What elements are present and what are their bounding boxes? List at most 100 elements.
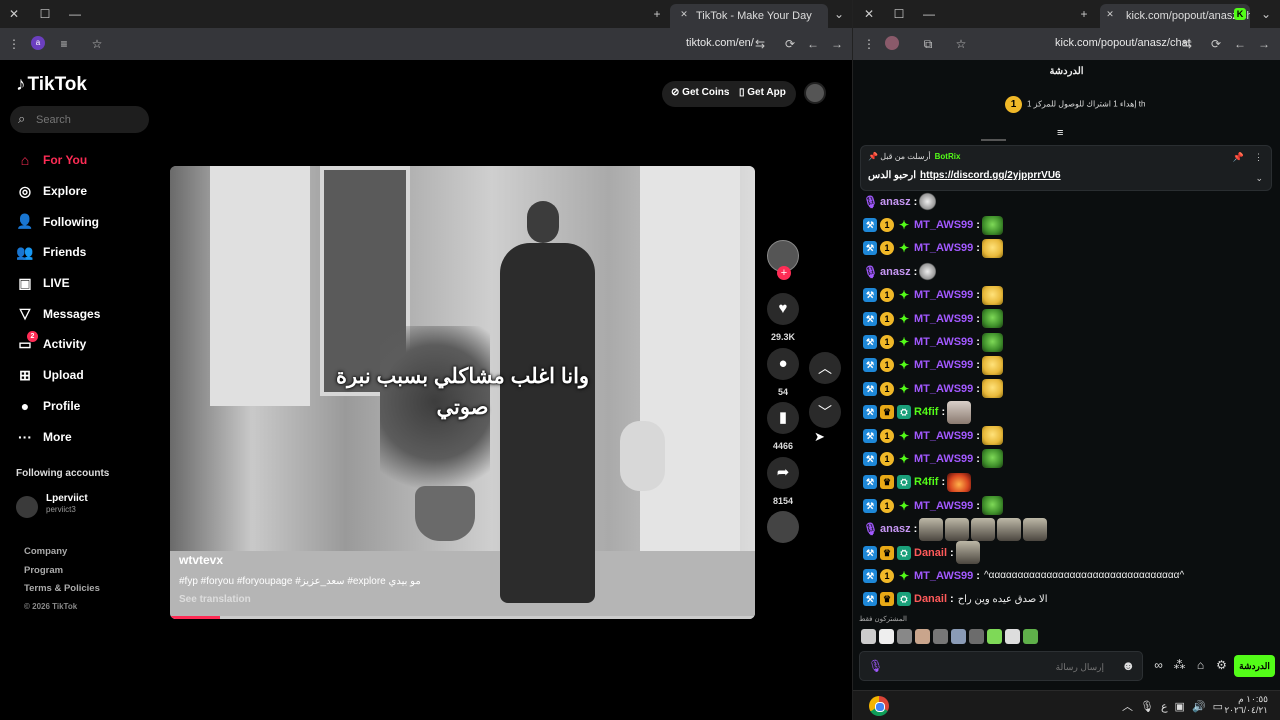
bookmark-star-icon[interactable]: ☆ xyxy=(89,37,105,51)
tab-close-icon[interactable]: ✕ xyxy=(1102,6,1118,22)
tiktok-logo[interactable]: ♪ TikTok xyxy=(16,74,87,96)
sidebar-item-messages[interactable]: ▽ Messages xyxy=(16,298,101,329)
chat-message[interactable]: ⚒ 1 ✦ MT_AWS99: xyxy=(863,447,1273,470)
back-icon[interactable]: ← xyxy=(1232,37,1248,51)
filter-icon[interactable]: ≡ xyxy=(1057,127,1063,139)
chat-message[interactable]: ⚒ 1 ✦ MT_AWS99: xyxy=(863,237,1273,260)
heart-icon[interactable]: ♥ xyxy=(767,293,799,325)
chat-username[interactable]: MT_AWS99 xyxy=(914,570,973,582)
quick-emote[interactable] xyxy=(933,629,948,644)
reload-icon[interactable]: ⟳ xyxy=(782,37,798,51)
minimize-window-icon[interactable]: — xyxy=(67,6,83,22)
reload-icon[interactable]: ⟳ xyxy=(1208,37,1224,51)
pinned-message[interactable]: 📌 أرسلت من قبل BotRix ارحبو الدس https://d… xyxy=(860,145,1272,191)
chat-input-box[interactable]: 🎙 ☻ xyxy=(859,651,1143,681)
maximize-window-icon[interactable]: ☐ xyxy=(891,6,907,22)
chat-message[interactable]: ⚒ 1 ✦ MT_AWS99: xyxy=(863,354,1273,377)
chat-message[interactable]: 🎙 anasz: xyxy=(863,190,1273,213)
tab-kick-chat[interactable]: kick.com/popout/anasz/chat xyxy=(1100,4,1250,28)
chat-message[interactable]: ⚒ 1 ✦ MT_AWS99: xyxy=(863,424,1273,447)
sidebar-item-more[interactable]: ··· More xyxy=(16,421,100,452)
chat-username[interactable]: MT_AWS99 xyxy=(914,359,973,371)
next-video-button[interactable]: ﹀ xyxy=(809,396,841,428)
gift-icon[interactable]: ⁂ xyxy=(1169,658,1190,672)
microphone-icon[interactable]: 🎙 xyxy=(1140,700,1154,713)
site-settings-icon[interactable]: ⇆ xyxy=(1179,37,1195,51)
infinity-icon[interactable]: ∞ xyxy=(1148,658,1169,672)
follow-plus-icon[interactable]: + xyxy=(777,266,791,280)
chevron-down-icon[interactable]: ⌄ xyxy=(1255,173,1263,184)
chat-username[interactable]: R4fif xyxy=(914,406,938,418)
comment-action[interactable]: ● 54 xyxy=(767,348,799,397)
search-input[interactable] xyxy=(36,111,141,128)
chat-username[interactable]: MT_AWS99 xyxy=(914,430,973,442)
maximize-window-icon[interactable]: ☐ xyxy=(37,6,53,22)
bookmark-star-icon[interactable]: ☆ xyxy=(953,37,969,51)
quick-emote[interactable] xyxy=(1023,629,1038,644)
footer-terms-link[interactable]: Terms & Policies xyxy=(24,583,100,602)
emoji-icon[interactable]: ☻ xyxy=(1121,658,1135,673)
tab-tiktok[interactable]: TikTok - Make Your Day xyxy=(670,4,828,28)
chat-message[interactable]: ⚒ 1 ✦ MT_AWS99: ^ααααααααααααααααααααααααααα… xyxy=(863,564,1273,587)
save-action[interactable]: ▮ 4466 xyxy=(767,402,799,451)
chevron-up-icon[interactable]: ︿ xyxy=(1122,698,1133,714)
chat-username[interactable]: MT_AWS99 xyxy=(914,453,973,465)
store-icon[interactable]: ⌂ xyxy=(1190,658,1211,672)
forward-icon[interactable]: → xyxy=(829,37,845,51)
pin-icon[interactable]: 📌 xyxy=(1233,152,1244,163)
chat-username[interactable]: MT_AWS99 xyxy=(914,289,973,301)
quick-emote[interactable] xyxy=(969,629,984,644)
tab-close-icon[interactable]: ✕ xyxy=(676,6,692,22)
battery-icon[interactable]: ▭ xyxy=(1213,700,1223,713)
sub-goal[interactable]: 1 إهداء 1 اشتراك للوصول للمركز 1 th xyxy=(1005,96,1145,113)
profile-avatar-icon[interactable] xyxy=(885,36,899,50)
chrome-icon[interactable] xyxy=(869,696,889,716)
comment-icon[interactable]: ● xyxy=(767,348,799,380)
new-tab-button[interactable]: + xyxy=(649,6,665,22)
chat-username[interactable]: MT_AWS99 xyxy=(914,313,973,325)
get-coins-button[interactable]: ⊘ Get Coins xyxy=(671,87,729,98)
get-app-button[interactable]: ▯ Get App xyxy=(739,87,786,98)
chat-username[interactable]: MT_AWS99 xyxy=(914,336,973,348)
chat-message[interactable]: ⚒ 1 ✦ MT_AWS99: xyxy=(863,494,1273,517)
chat-message[interactable]: ⚒ ♛ ⛭ Danail: الا صدق عيده وين راح xyxy=(863,588,1273,611)
chat-username[interactable]: MT_AWS99 xyxy=(914,383,973,395)
quick-emote[interactable] xyxy=(1005,629,1020,644)
quick-emote[interactable] xyxy=(987,629,1002,644)
sidebar-item-explore[interactable]: ◎ Explore xyxy=(16,176,100,207)
share-icon[interactable]: ➦ xyxy=(767,457,799,489)
chat-username[interactable]: MT_AWS99 xyxy=(914,500,973,512)
quick-emote[interactable] xyxy=(879,629,894,644)
close-window-icon[interactable]: ✕ xyxy=(6,6,22,22)
chat-message[interactable]: ⚒ ♛ ⛭ R4fif: xyxy=(863,471,1273,494)
chat-message[interactable]: 🎙 anasz: xyxy=(863,517,1273,541)
chat-username[interactable]: Danail xyxy=(914,547,947,559)
sidebar-item-following[interactable]: 👤 Following xyxy=(16,206,100,237)
chat-username[interactable]: anasz xyxy=(880,266,911,278)
send-chat-button[interactable]: الدردشة xyxy=(1234,655,1275,677)
pinned-author[interactable]: BotRix xyxy=(935,152,961,161)
quick-emote[interactable] xyxy=(897,629,912,644)
share-action[interactable]: ➦ 8154 xyxy=(767,457,799,506)
menu-dots-icon[interactable]: ⋮ xyxy=(6,37,22,51)
menu-dots-icon[interactable]: ⋮ xyxy=(861,37,877,51)
minimize-window-icon[interactable]: — xyxy=(921,6,937,22)
chat-username[interactable]: anasz xyxy=(880,196,911,208)
volume-icon[interactable]: 🔊 xyxy=(1192,700,1206,713)
sidebar-item-upload[interactable]: ⊞ Upload xyxy=(16,360,100,391)
sidebar-item-activity[interactable]: ▭ 2 Activity xyxy=(16,329,100,360)
chat-username[interactable]: Danail xyxy=(914,593,947,605)
language-indicator[interactable]: ع xyxy=(1161,700,1168,713)
quick-emote[interactable] xyxy=(915,629,930,644)
profile-avatar-icon[interactable]: a xyxy=(31,36,45,50)
chat-message[interactable]: ⚒ 1 ✦ MT_AWS99: xyxy=(863,377,1273,400)
pinned-link[interactable]: https://discord.gg/2yjpprrVU6 xyxy=(920,170,1061,181)
sidebar-item-friends[interactable]: 👥 Friends xyxy=(16,237,100,268)
more-options-icon[interactable]: ⋮ xyxy=(1254,152,1263,163)
gear-icon[interactable]: ⚙ xyxy=(1211,658,1232,672)
new-tab-button[interactable]: + xyxy=(1076,6,1092,22)
sidebar-item-live[interactable]: ▣ LIVE xyxy=(16,268,100,299)
reading-list-icon[interactable]: ≡ xyxy=(56,37,72,51)
music-disc-icon[interactable] xyxy=(767,511,799,543)
chat-message[interactable]: ⚒ 1 ✦ MT_AWS99: xyxy=(863,330,1273,353)
